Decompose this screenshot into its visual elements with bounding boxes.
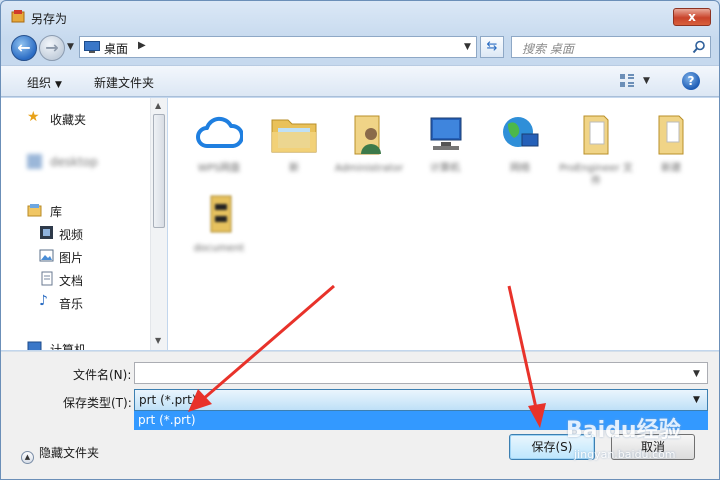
computer-icon bbox=[430, 117, 462, 150]
forward-button[interactable]: → bbox=[39, 35, 65, 61]
file-item-computer[interactable]: 计算机 bbox=[408, 104, 482, 194]
file-item-cloud[interactable]: WPS网盘 bbox=[182, 104, 256, 194]
document-icon bbox=[41, 271, 53, 286]
folder-icon bbox=[271, 119, 317, 153]
arrow-right-icon: → bbox=[45, 38, 59, 57]
folder-docs-icon bbox=[658, 115, 684, 155]
hide-folders-toggle[interactable]: ▲ 隐藏文件夹 bbox=[21, 444, 99, 464]
command-toolbar: 组织 ▼ 新建文件夹 ▼ ? bbox=[1, 65, 719, 97]
libraries-label: 库 bbox=[50, 205, 63, 219]
document-icon bbox=[210, 195, 232, 233]
libraries-icon bbox=[27, 204, 42, 217]
recent-pages-dropdown-icon[interactable]: ▼ bbox=[67, 42, 74, 52]
file-item-proe-folder[interactable]: ProEngineer 文件 bbox=[559, 104, 633, 194]
file-name: ProEngineer 文件 bbox=[559, 163, 633, 187]
hide-folders-label: 隐藏文件夹 bbox=[39, 446, 100, 460]
pictures-label: 图片 bbox=[59, 251, 84, 265]
close-button[interactable]: x bbox=[673, 8, 711, 26]
network-icon bbox=[503, 117, 539, 147]
address-dropdown-icon[interactable]: ▼ bbox=[464, 42, 471, 52]
file-name: document bbox=[193, 243, 245, 254]
star-icon: ★ bbox=[27, 109, 40, 125]
nav-item-videos[interactable]: 视频 bbox=[1, 223, 149, 243]
desktop-icon bbox=[27, 154, 42, 169]
caret-down-icon: ▼ bbox=[55, 80, 62, 90]
filetype-label: 保存类型(T): bbox=[63, 396, 132, 410]
address-bar[interactable]: 桌面 ▶ ▼ bbox=[79, 36, 477, 58]
search-icon[interactable] bbox=[692, 40, 706, 54]
nav-item-pictures[interactable]: 图片 bbox=[1, 246, 149, 266]
videos-label: 视频 bbox=[59, 228, 84, 242]
favorites-label: 收藏夹 bbox=[50, 113, 87, 127]
user-folder-icon bbox=[354, 115, 381, 155]
scroll-down-icon[interactable]: ▼ bbox=[155, 336, 161, 345]
filename-input[interactable] bbox=[134, 362, 708, 384]
search-placeholder: 搜索 桌面 bbox=[522, 42, 574, 56]
file-item-folder[interactable]: 新 bbox=[257, 104, 331, 194]
file-item-new-folder[interactable]: 新建 bbox=[634, 104, 708, 194]
nav-item-favorites[interactable]: ★ 收藏夹 bbox=[1, 108, 149, 128]
scroll-up-icon[interactable]: ▲ bbox=[155, 101, 161, 110]
chevron-right-icon[interactable]: ▶ bbox=[138, 40, 146, 51]
nav-item-libraries[interactable]: 库 bbox=[1, 200, 149, 220]
title-bar[interactable]: 另存为 x bbox=[1, 1, 719, 31]
music-note-icon: ♪ bbox=[39, 293, 48, 309]
scrollbar-thumb[interactable] bbox=[153, 114, 165, 228]
refresh-icon: ⇆ bbox=[486, 39, 498, 54]
file-name: 网络 bbox=[510, 163, 530, 174]
picture-icon bbox=[39, 249, 54, 262]
window-title: 另存为 bbox=[31, 12, 68, 26]
nav-item-computer[interactable]: 计算机 bbox=[1, 338, 149, 350]
file-name: 新 bbox=[289, 163, 299, 174]
music-label: 音乐 bbox=[59, 297, 84, 311]
watermark-brand: Baidu经验 bbox=[566, 418, 681, 443]
file-name: WPS网盘 bbox=[197, 163, 241, 174]
organize-menu[interactable]: 组织 ▼ bbox=[27, 74, 62, 91]
filename-dropdown-icon[interactable]: ▼ bbox=[693, 369, 700, 379]
arrow-left-icon: ← bbox=[17, 38, 31, 57]
app-icon bbox=[11, 10, 25, 23]
nav-item-music[interactable]: ♪ 音乐 bbox=[1, 292, 149, 312]
file-list: WPS网盘 新 Administrator 计算机 网络 ProEngineer… bbox=[168, 98, 719, 350]
help-icon[interactable]: ? bbox=[682, 72, 700, 90]
documents-label: 文档 bbox=[59, 274, 84, 288]
file-item-document[interactable]: document bbox=[182, 184, 256, 274]
file-name: 新建 bbox=[661, 163, 681, 174]
search-input[interactable]: 搜索 桌面 bbox=[511, 36, 711, 58]
watermark-url: jingyan.baidu.com bbox=[574, 448, 676, 461]
chevron-up-icon: ▲ bbox=[21, 451, 34, 464]
view-options-icon[interactable] bbox=[619, 73, 635, 89]
back-button[interactable]: ← bbox=[11, 35, 37, 61]
file-item-network[interactable]: 网络 bbox=[483, 104, 557, 194]
folder-docs-icon bbox=[583, 115, 609, 155]
organize-label: 组织 bbox=[27, 76, 52, 90]
filetype-value: prt (*.prt) bbox=[139, 393, 197, 407]
computer-label: 计算机 bbox=[50, 343, 87, 350]
file-name: 计算机 bbox=[430, 163, 460, 174]
file-name: Administrator bbox=[334, 163, 404, 174]
file-item-user[interactable]: Administrator bbox=[332, 104, 406, 194]
filename-label: 文件名(N): bbox=[73, 368, 132, 382]
new-folder-button[interactable]: 新建文件夹 bbox=[94, 74, 154, 91]
nav-scrollbar[interactable]: ▲ ▼ bbox=[150, 98, 167, 350]
desktop-icon bbox=[84, 41, 100, 53]
computer-icon bbox=[27, 341, 42, 350]
desktop-label: desktop bbox=[50, 155, 98, 169]
nav-item-desktop[interactable]: desktop bbox=[1, 152, 149, 172]
nav-item-documents[interactable]: 文档 bbox=[1, 269, 149, 289]
view-dropdown-icon[interactable]: ▼ bbox=[643, 76, 650, 86]
navigation-pane: ★ 收藏夹 desktop 库 视频 图片 文档 ♪ 音乐 计算机 bbox=[1, 98, 167, 350]
address-location[interactable]: 桌面 bbox=[104, 40, 128, 57]
refresh-button[interactable]: ⇆ bbox=[480, 36, 504, 58]
baidu-watermark: Baidu经验 jingyan.baidu.com bbox=[566, 404, 716, 474]
video-icon bbox=[40, 226, 53, 239]
cloud-icon bbox=[196, 116, 243, 148]
